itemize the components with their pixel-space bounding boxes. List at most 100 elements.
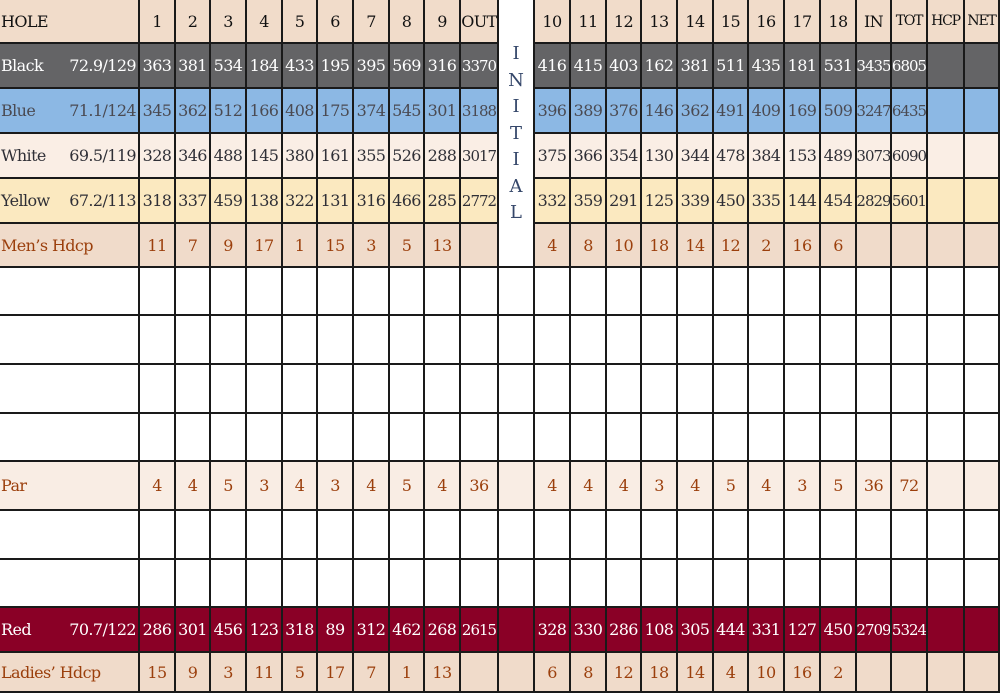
total-cell[interactable] (892, 365, 928, 414)
in-total-cell[interactable] (857, 365, 892, 414)
hole-15-cell[interactable] (714, 560, 749, 608)
hole-11-cell[interactable] (571, 365, 607, 414)
hole-15-cell[interactable] (714, 414, 749, 462)
hole-8-cell[interactable] (390, 560, 425, 608)
hole-18-cell[interactable] (821, 316, 857, 365)
hole-12-cell[interactable] (607, 414, 642, 462)
hole-7-cell[interactable] (354, 365, 390, 414)
player-name-cell[interactable] (0, 511, 140, 560)
hole-10-cell[interactable] (535, 365, 571, 414)
player-name-cell[interactable] (0, 560, 140, 608)
out-total-cell[interactable] (461, 414, 499, 462)
hole-7-cell[interactable] (354, 511, 390, 560)
hole-11-cell[interactable] (571, 560, 607, 608)
hole-18-cell[interactable] (821, 414, 857, 462)
handicap-cell[interactable] (928, 414, 965, 462)
hole-6-cell[interactable] (318, 414, 354, 462)
hole-1-cell[interactable] (140, 268, 176, 316)
hole-6-cell[interactable] (318, 268, 354, 316)
hole-9-cell[interactable] (425, 268, 461, 316)
hole-14-cell[interactable] (678, 560, 714, 608)
hole-3-cell[interactable] (211, 414, 247, 462)
out-total-cell[interactable] (461, 511, 499, 560)
handicap-cell[interactable] (928, 268, 965, 316)
net-score-cell[interactable] (965, 365, 1000, 414)
hole-2-cell[interactable] (176, 560, 211, 608)
hole-7-cell[interactable] (354, 268, 390, 316)
hole-13-cell[interactable] (642, 268, 678, 316)
hole-5-cell[interactable] (283, 560, 318, 608)
in-total-cell[interactable] (857, 414, 892, 462)
hole-13-cell[interactable] (642, 365, 678, 414)
initial-cell[interactable] (499, 511, 535, 560)
hole-14-cell[interactable] (678, 268, 714, 316)
net-score-cell[interactable] (965, 316, 1000, 365)
hole-9-cell[interactable] (425, 316, 461, 365)
hole-10-cell[interactable] (535, 414, 571, 462)
hole-5-cell[interactable] (283, 268, 318, 316)
hole-11-cell[interactable] (571, 316, 607, 365)
total-cell[interactable] (892, 511, 928, 560)
hole-14-cell[interactable] (678, 316, 714, 365)
out-total-cell[interactable] (461, 268, 499, 316)
hole-14-cell[interactable] (678, 511, 714, 560)
hole-6-cell[interactable] (318, 560, 354, 608)
hole-18-cell[interactable] (821, 365, 857, 414)
hole-2-cell[interactable] (176, 414, 211, 462)
hole-5-cell[interactable] (283, 414, 318, 462)
player-name-cell[interactable] (0, 268, 140, 316)
hole-17-cell[interactable] (785, 316, 821, 365)
initial-cell[interactable] (499, 316, 535, 365)
hole-4-cell[interactable] (247, 414, 283, 462)
player-name-cell[interactable] (0, 365, 140, 414)
hole-9-cell[interactable] (425, 365, 461, 414)
hole-15-cell[interactable] (714, 511, 749, 560)
handicap-cell[interactable] (928, 365, 965, 414)
hole-2-cell[interactable] (176, 268, 211, 316)
handicap-cell[interactable] (928, 316, 965, 365)
hole-1-cell[interactable] (140, 511, 176, 560)
initial-cell[interactable] (499, 365, 535, 414)
hole-2-cell[interactable] (176, 511, 211, 560)
hole-18-cell[interactable] (821, 268, 857, 316)
hole-17-cell[interactable] (785, 511, 821, 560)
hole-10-cell[interactable] (535, 316, 571, 365)
total-cell[interactable] (892, 268, 928, 316)
hole-15-cell[interactable] (714, 365, 749, 414)
hole-14-cell[interactable] (678, 414, 714, 462)
player-name-cell[interactable] (0, 414, 140, 462)
out-total-cell[interactable] (461, 365, 499, 414)
hole-12-cell[interactable] (607, 560, 642, 608)
net-score-cell[interactable] (965, 560, 1000, 608)
hole-9-cell[interactable] (425, 560, 461, 608)
hole-17-cell[interactable] (785, 365, 821, 414)
hole-4-cell[interactable] (247, 316, 283, 365)
hole-17-cell[interactable] (785, 414, 821, 462)
hole-6-cell[interactable] (318, 316, 354, 365)
hole-12-cell[interactable] (607, 365, 642, 414)
hole-13-cell[interactable] (642, 560, 678, 608)
hole-12-cell[interactable] (607, 511, 642, 560)
hole-16-cell[interactable] (749, 268, 785, 316)
hole-18-cell[interactable] (821, 560, 857, 608)
hole-5-cell[interactable] (283, 365, 318, 414)
hole-17-cell[interactable] (785, 268, 821, 316)
hole-9-cell[interactable] (425, 511, 461, 560)
hole-13-cell[interactable] (642, 316, 678, 365)
handicap-cell[interactable] (928, 511, 965, 560)
hole-2-cell[interactable] (176, 365, 211, 414)
hole-8-cell[interactable] (390, 511, 425, 560)
hole-12-cell[interactable] (607, 268, 642, 316)
initial-cell[interactable] (499, 268, 535, 316)
handicap-cell[interactable] (928, 560, 965, 608)
hole-14-cell[interactable] (678, 365, 714, 414)
hole-15-cell[interactable] (714, 268, 749, 316)
hole-3-cell[interactable] (211, 511, 247, 560)
initial-cell[interactable] (499, 414, 535, 462)
hole-3-cell[interactable] (211, 268, 247, 316)
hole-1-cell[interactable] (140, 365, 176, 414)
hole-2-cell[interactable] (176, 316, 211, 365)
hole-15-cell[interactable] (714, 316, 749, 365)
hole-3-cell[interactable] (211, 560, 247, 608)
hole-8-cell[interactable] (390, 414, 425, 462)
